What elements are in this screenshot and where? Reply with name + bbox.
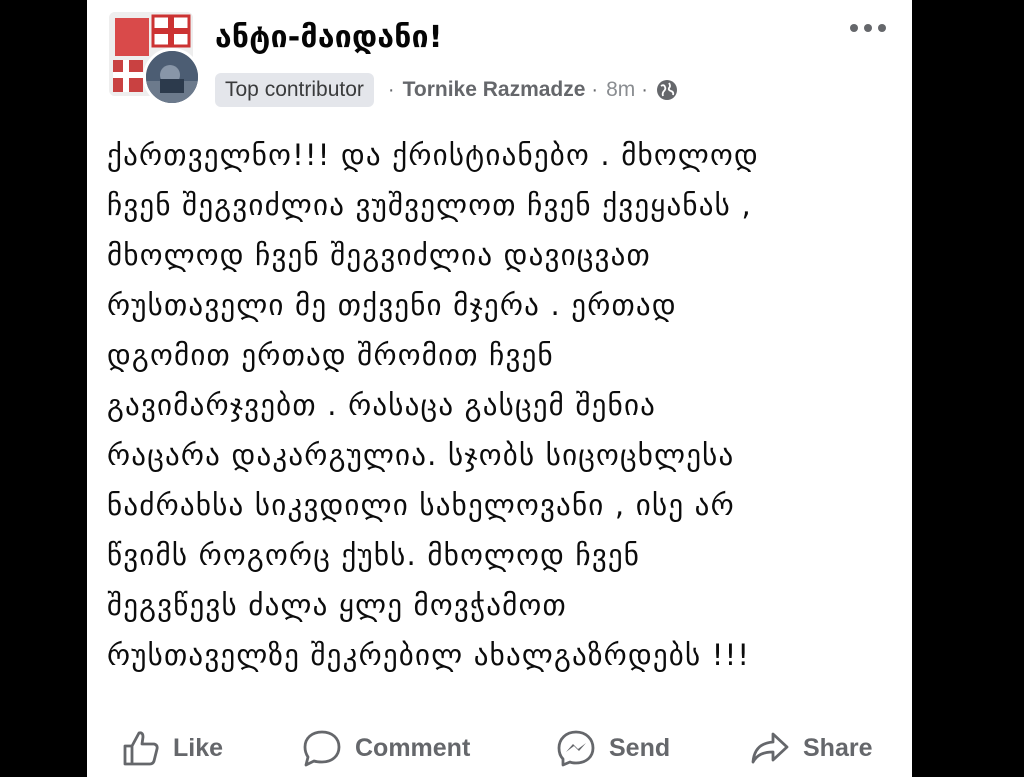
group-name[interactable]: ანტი-მაიდანი! [215, 20, 443, 55]
meta-separator-2: · [591, 78, 599, 101]
share-button[interactable]: Share [749, 728, 872, 768]
messenger-icon [557, 730, 595, 767]
post-actions-bar: Like Comment Send Share [87, 718, 912, 777]
author-name[interactable]: Tornike Razmadze [403, 78, 586, 102]
share-icon [751, 732, 789, 764]
post-meta: Top contributor · Tornike Razmadze · 8m … [215, 72, 678, 108]
post-text-line: ნაძრახსა სიკვდილი სახელოვანი , ისე არ [107, 488, 735, 522]
send-button[interactable]: Send [555, 728, 670, 768]
meta-separator-3: · [641, 78, 648, 101]
post-text-line: რუსთაველი მე თქვენი მჯერა . ერთად [107, 288, 677, 322]
top-contributor-badge[interactable]: Top contributor [215, 73, 374, 107]
screenshot-frame: ანტი-მაიდანი! Top contributor · Tornike … [0, 0, 1024, 777]
post-text-line: დგომით ერთად შრომით ჩვენ [107, 338, 554, 372]
more-options-button[interactable] [844, 12, 892, 44]
post-text-line: ქართველნო!!! და ქრისტიანებო . მხოლოდ [107, 138, 759, 172]
post-text-line: წვიმს როგორც ქუხს. მხოლოდ ჩვენ [107, 538, 641, 572]
meta-separator: · [387, 78, 395, 101]
comment-icon [303, 730, 341, 767]
like-button[interactable]: Like [121, 728, 223, 768]
post-time[interactable]: 8m [606, 78, 635, 102]
send-label: Send [609, 733, 671, 762]
post-text-line: შეგვწევს ძალა ყლე მოვჭამოთ [107, 588, 567, 622]
post-text-line: გავიმარჯვებთ . რასაცა გასცემ შენია [107, 388, 657, 422]
thumbs-up-icon [123, 731, 159, 766]
globe-icon[interactable] [656, 79, 678, 101]
share-label: Share [803, 733, 873, 762]
post-text-line: ჩვენ შეგვიძლია ვუშველოთ ჩვენ ქვეყანას , [107, 188, 752, 222]
post-card: ანტი-მაიდანი! Top contributor · Tornike … [87, 0, 912, 777]
post-text-line: მხოლოდ ჩვენ შეგვიძლია დავიცვათ [107, 238, 651, 272]
comment-label: Comment [355, 733, 471, 762]
comment-button[interactable]: Comment [301, 728, 470, 768]
post-text: ქართველნო!!! და ქრისტიანებო . მხოლოდ ჩვე… [107, 130, 897, 680]
post-avatar[interactable] [109, 12, 201, 106]
post-text-line: რაცარა დაკარგულია. სჯობს სიცოცხლესა [107, 438, 735, 472]
post-text-line: რუსთაველზე შეკრებილ ახალგაზრდებს !!! [107, 638, 751, 672]
more-icon [850, 24, 886, 32]
user-avatar[interactable] [143, 48, 201, 106]
like-label: Like [173, 733, 224, 762]
